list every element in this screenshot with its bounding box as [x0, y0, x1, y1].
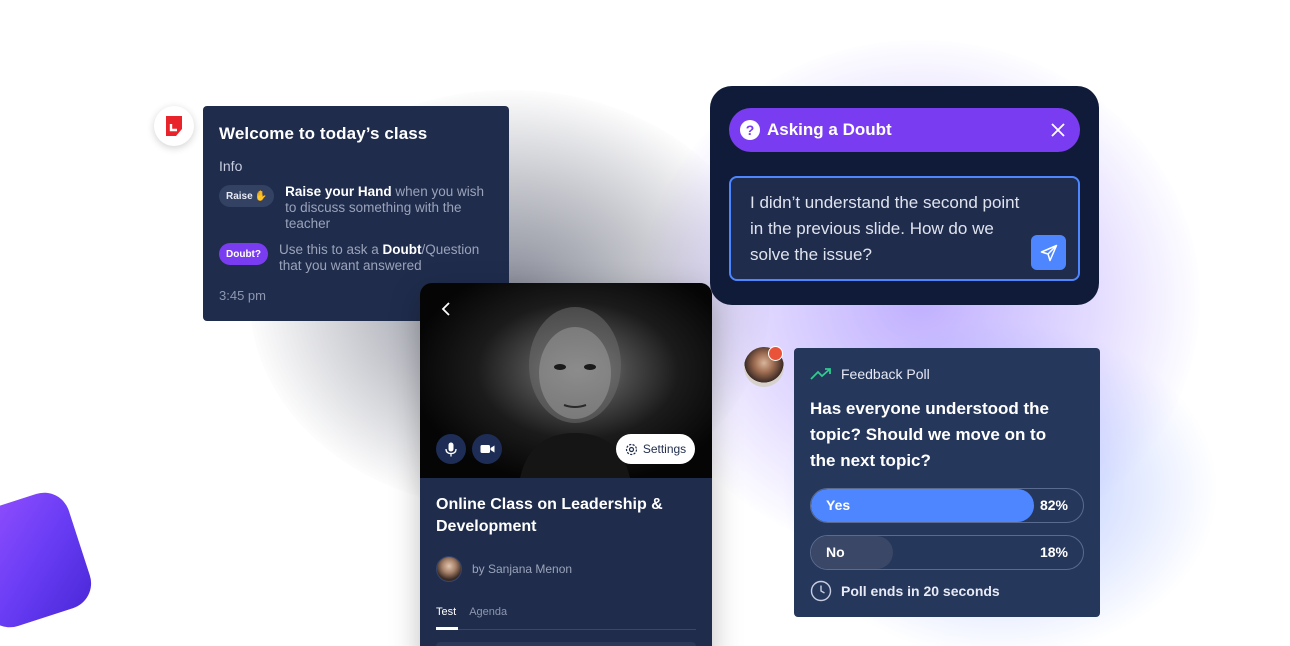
brand-logo-badge	[154, 106, 194, 146]
close-button[interactable]	[1048, 120, 1068, 140]
poll-bar-no	[811, 536, 893, 569]
tab-test[interactable]: Test	[436, 606, 456, 629]
doubt-bold: Doubt	[382, 242, 422, 257]
poll-option-no[interactable]: No 18%	[810, 535, 1084, 570]
raise-chip-label: Raise	[226, 190, 253, 202]
presenter-badge-icon	[768, 346, 783, 361]
poll-option-yes[interactable]: Yes 82%	[810, 488, 1084, 523]
welcome-info-label: Info	[219, 158, 243, 174]
doubt-message-input[interactable]: I didn’t understand the second point in …	[729, 176, 1080, 281]
settings-label: Settings	[642, 442, 687, 456]
doubt-chip[interactable]: Doubt?	[219, 243, 268, 265]
poll-footer: Poll ends in 20 seconds	[810, 580, 1084, 602]
class-tabs: Test Agenda	[436, 606, 696, 630]
tab-agenda[interactable]: Agenda	[469, 606, 507, 629]
poll-question: Has everyone understood the topic? Shoul…	[810, 399, 1050, 470]
host-name: by Sanjana Menon	[472, 562, 573, 576]
raise-hand-bold: Raise your Hand	[285, 184, 392, 199]
poll-label: Feedback Poll	[841, 366, 930, 382]
poll-countdown: Poll ends in 20 seconds	[841, 583, 1000, 599]
poll-option-label: Yes	[826, 497, 851, 513]
send-icon	[1040, 244, 1057, 261]
welcome-title: Welcome to today’s class	[219, 124, 428, 143]
poll-option-percent: 18%	[1039, 544, 1068, 560]
camera-button[interactable]	[472, 434, 502, 464]
host-avatar	[436, 556, 462, 582]
tab-content-field[interactable]	[436, 642, 696, 646]
video-feed: Settings	[420, 283, 712, 478]
question-circle-icon: ?	[740, 120, 760, 140]
decorative-cube-shape	[0, 485, 98, 635]
poll-option-label: No	[826, 544, 845, 560]
doubt-description: Use this to ask a Doubt/Question that yo…	[279, 242, 493, 274]
class-title: Online Class on Leadership & Development	[436, 496, 663, 535]
doubt-pre-text: Use this to ask a	[279, 242, 383, 257]
poll-option-percent: 82%	[1039, 497, 1068, 513]
doubt-card: ? Asking a Doubt I didn’t understand the…	[710, 86, 1099, 305]
doubt-info-row: Doubt? Use this to ask a Doubt/Question …	[219, 242, 493, 274]
doubt-header: ? Asking a Doubt	[729, 108, 1080, 152]
clock-icon	[810, 580, 832, 602]
raise-hand-description: Raise your Hand when you wish to discuss…	[285, 184, 493, 232]
trending-up-icon	[810, 368, 831, 380]
settings-button[interactable]: Settings	[616, 434, 695, 464]
poll-header: Feedback Poll	[810, 366, 1084, 382]
back-button[interactable]	[436, 299, 456, 319]
raise-hand-info-row: Raise ✋ Raise your Hand when you wish to…	[219, 184, 493, 232]
class-video-card: Settings Online Class on Leadership & De…	[420, 283, 712, 646]
class-details: Online Class on Leadership & Development…	[420, 478, 712, 646]
feedback-poll-card: Feedback Poll Has everyone understood th…	[794, 348, 1100, 617]
raised-hand-icon: ✋	[254, 190, 268, 202]
microphone-button[interactable]	[436, 434, 466, 464]
gear-icon	[625, 443, 637, 455]
host-row: by Sanjana Menon	[436, 556, 696, 582]
active-tab-indicator	[436, 627, 458, 630]
doubt-message-text: I didn’t understand the second point in …	[750, 193, 1020, 264]
send-button[interactable]	[1031, 235, 1066, 270]
close-icon	[1051, 123, 1065, 137]
microphone-icon	[445, 442, 457, 456]
video-camera-icon	[480, 445, 494, 453]
raise-hand-chip[interactable]: Raise ✋	[219, 185, 275, 207]
doubt-title: Asking a Doubt	[767, 120, 892, 139]
brand-logo-icon	[166, 116, 182, 136]
chevron-left-icon	[441, 302, 450, 316]
